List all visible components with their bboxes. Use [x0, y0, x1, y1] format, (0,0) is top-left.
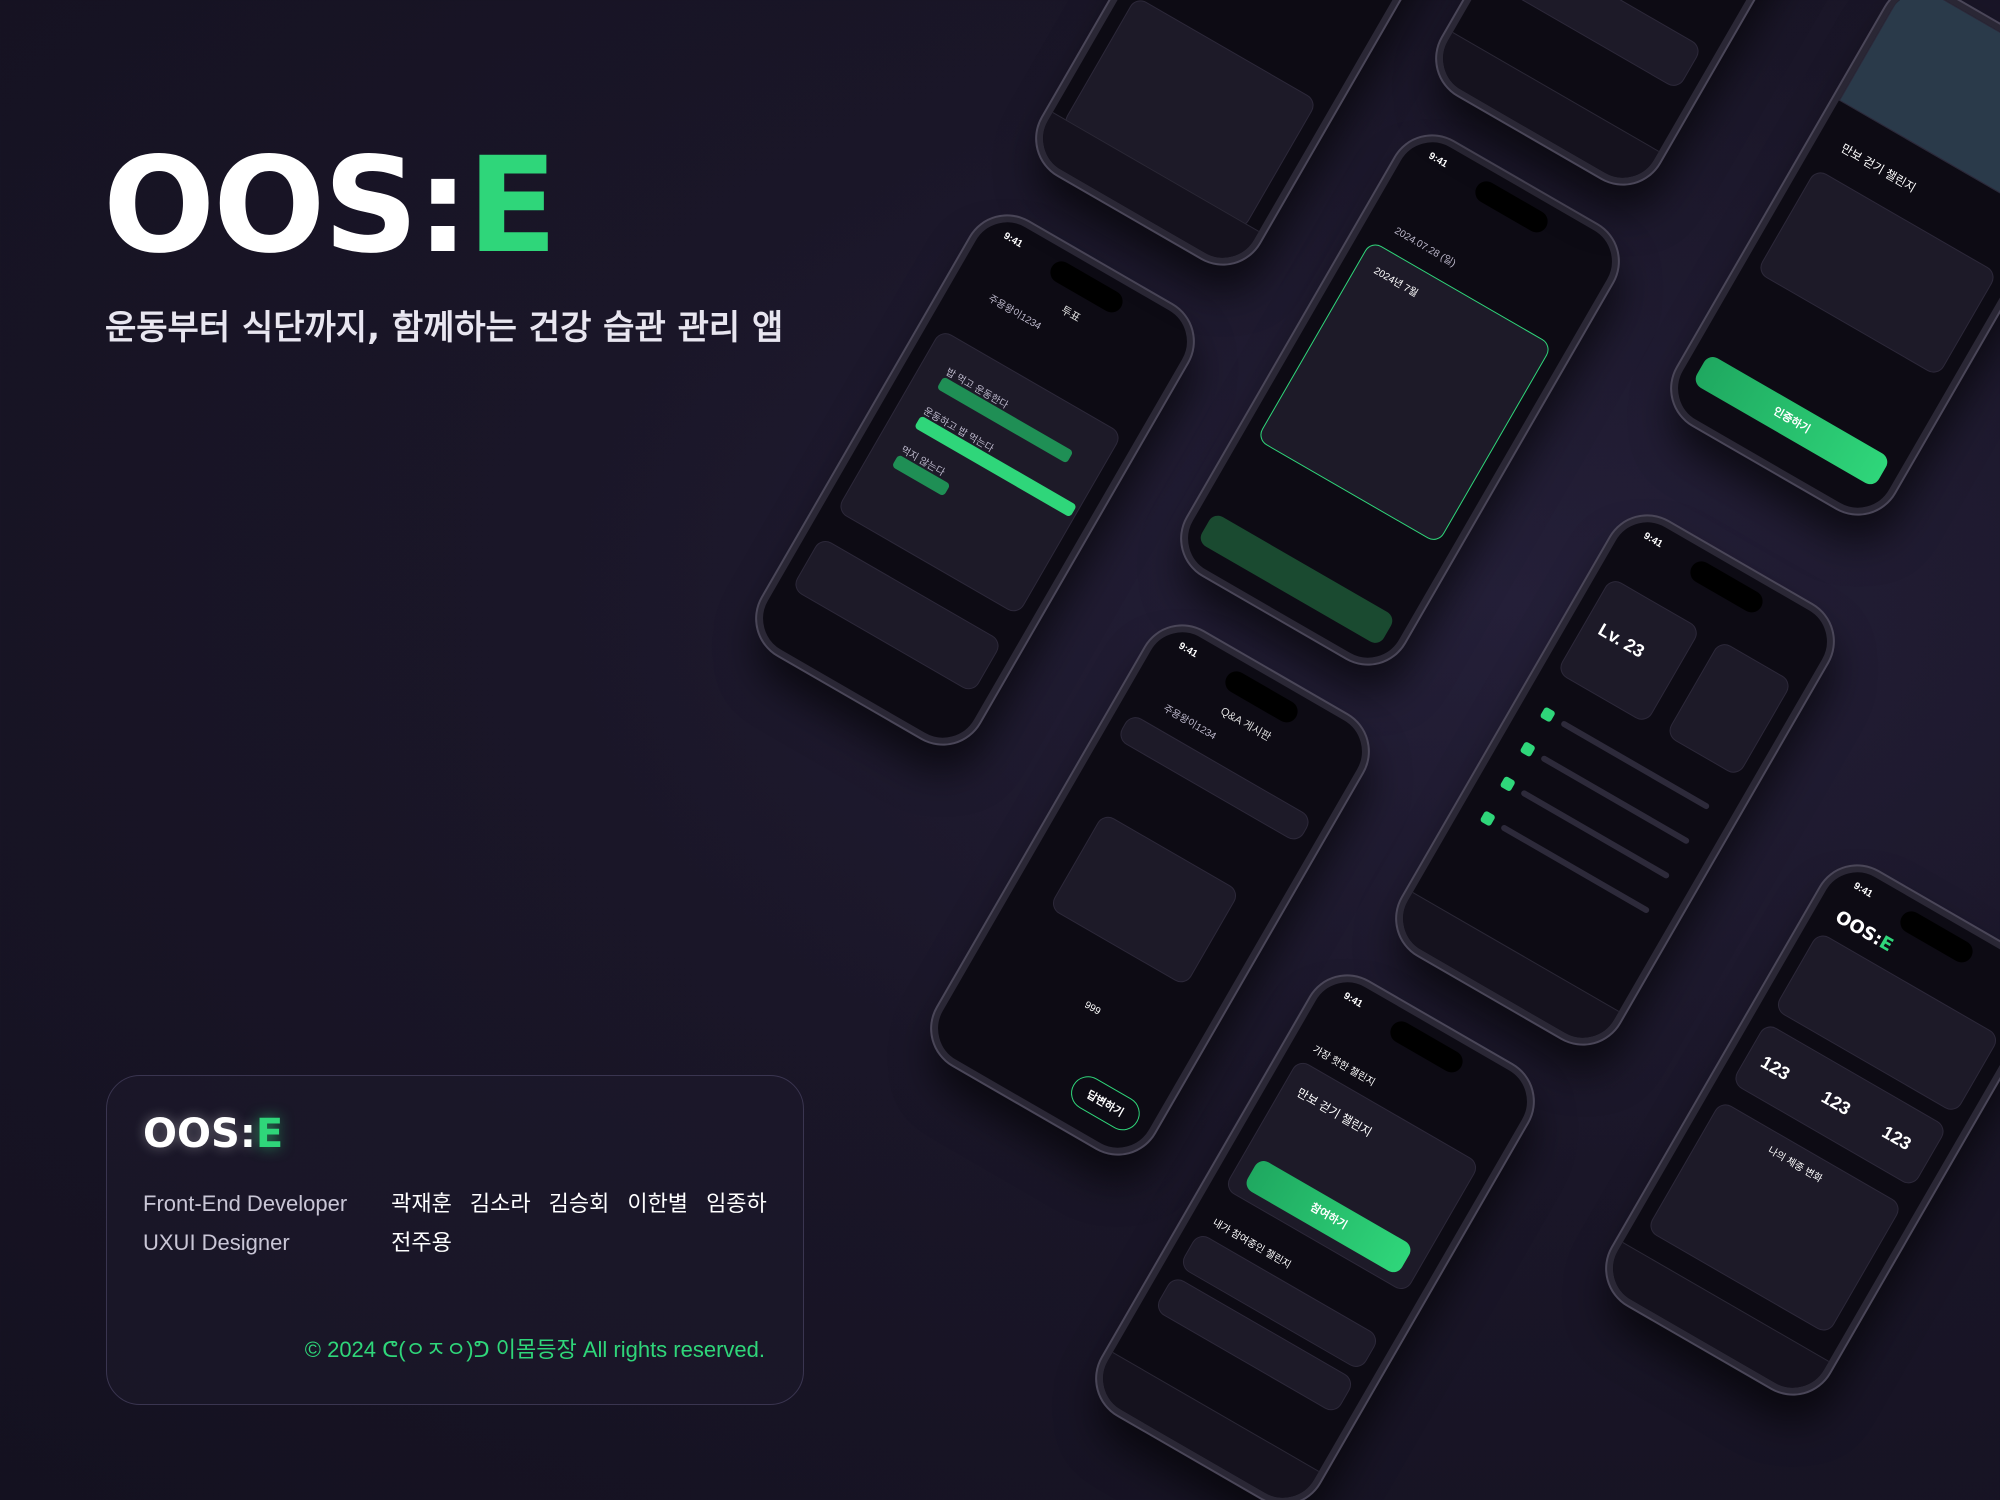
checkbox-icon[interactable]: [1539, 706, 1556, 723]
status-time: 9:41: [1641, 530, 1665, 551]
hero-image: [1838, 0, 2000, 220]
todo-line: [1500, 823, 1651, 915]
checkbox-icon[interactable]: [1499, 775, 1516, 793]
status-time: 9:41: [1001, 230, 1025, 251]
answer-button[interactable]: 답변하기: [1064, 1070, 1146, 1137]
status-time: 9:41: [1851, 880, 1875, 901]
credits-card: OOS:E Front-End Developer 곽재훈 김소라 김승회 이한별 임종…: [106, 1075, 804, 1405]
phone-notch: [1471, 177, 1552, 237]
certify-button[interactable]: 인증하기: [1692, 353, 1891, 488]
credit-row-designer: UXUI Designer 전주용: [143, 1230, 452, 1255]
status-time: 9:41: [1341, 990, 1365, 1011]
app-logo: OOS:E: [103, 129, 557, 283]
attached-screenshot: [1048, 812, 1241, 987]
save-button[interactable]: [1197, 512, 1396, 647]
checkbox-icon[interactable]: [1479, 810, 1496, 827]
phone-notch: [1386, 1017, 1467, 1077]
status-time: 9:41: [1426, 150, 1450, 171]
phone-notch: [1896, 907, 1977, 967]
copyright-text: © 2024 ᕦ(ㅇㅈㅇ)ᕤ 이몸등장 All rights reserved.: [304, 1337, 765, 1362]
checkbox-icon[interactable]: [1519, 741, 1536, 758]
todo-line: [1520, 789, 1671, 880]
status-time: 9:41: [1176, 640, 1200, 661]
app-tagline: 운동부터 식단까지, 함께하는 건강 습관 관리 앱: [105, 308, 784, 348]
phone-notch: [1686, 557, 1767, 617]
like-count: 999: [1082, 999, 1103, 1018]
challenge-info-card: [1756, 168, 1998, 377]
credits-logo: OOS:E: [143, 1111, 284, 1157]
todo-line: [1540, 754, 1691, 845]
challenge-summary-card: [1665, 639, 1793, 778]
credit-row-frontend: Front-End Developer 곽재훈 김소라 김승회 이한별 임종하: [143, 1191, 767, 1216]
phone-challenge-detail: 만보 걷기 챌린지 인증하기: [1656, 0, 2000, 530]
